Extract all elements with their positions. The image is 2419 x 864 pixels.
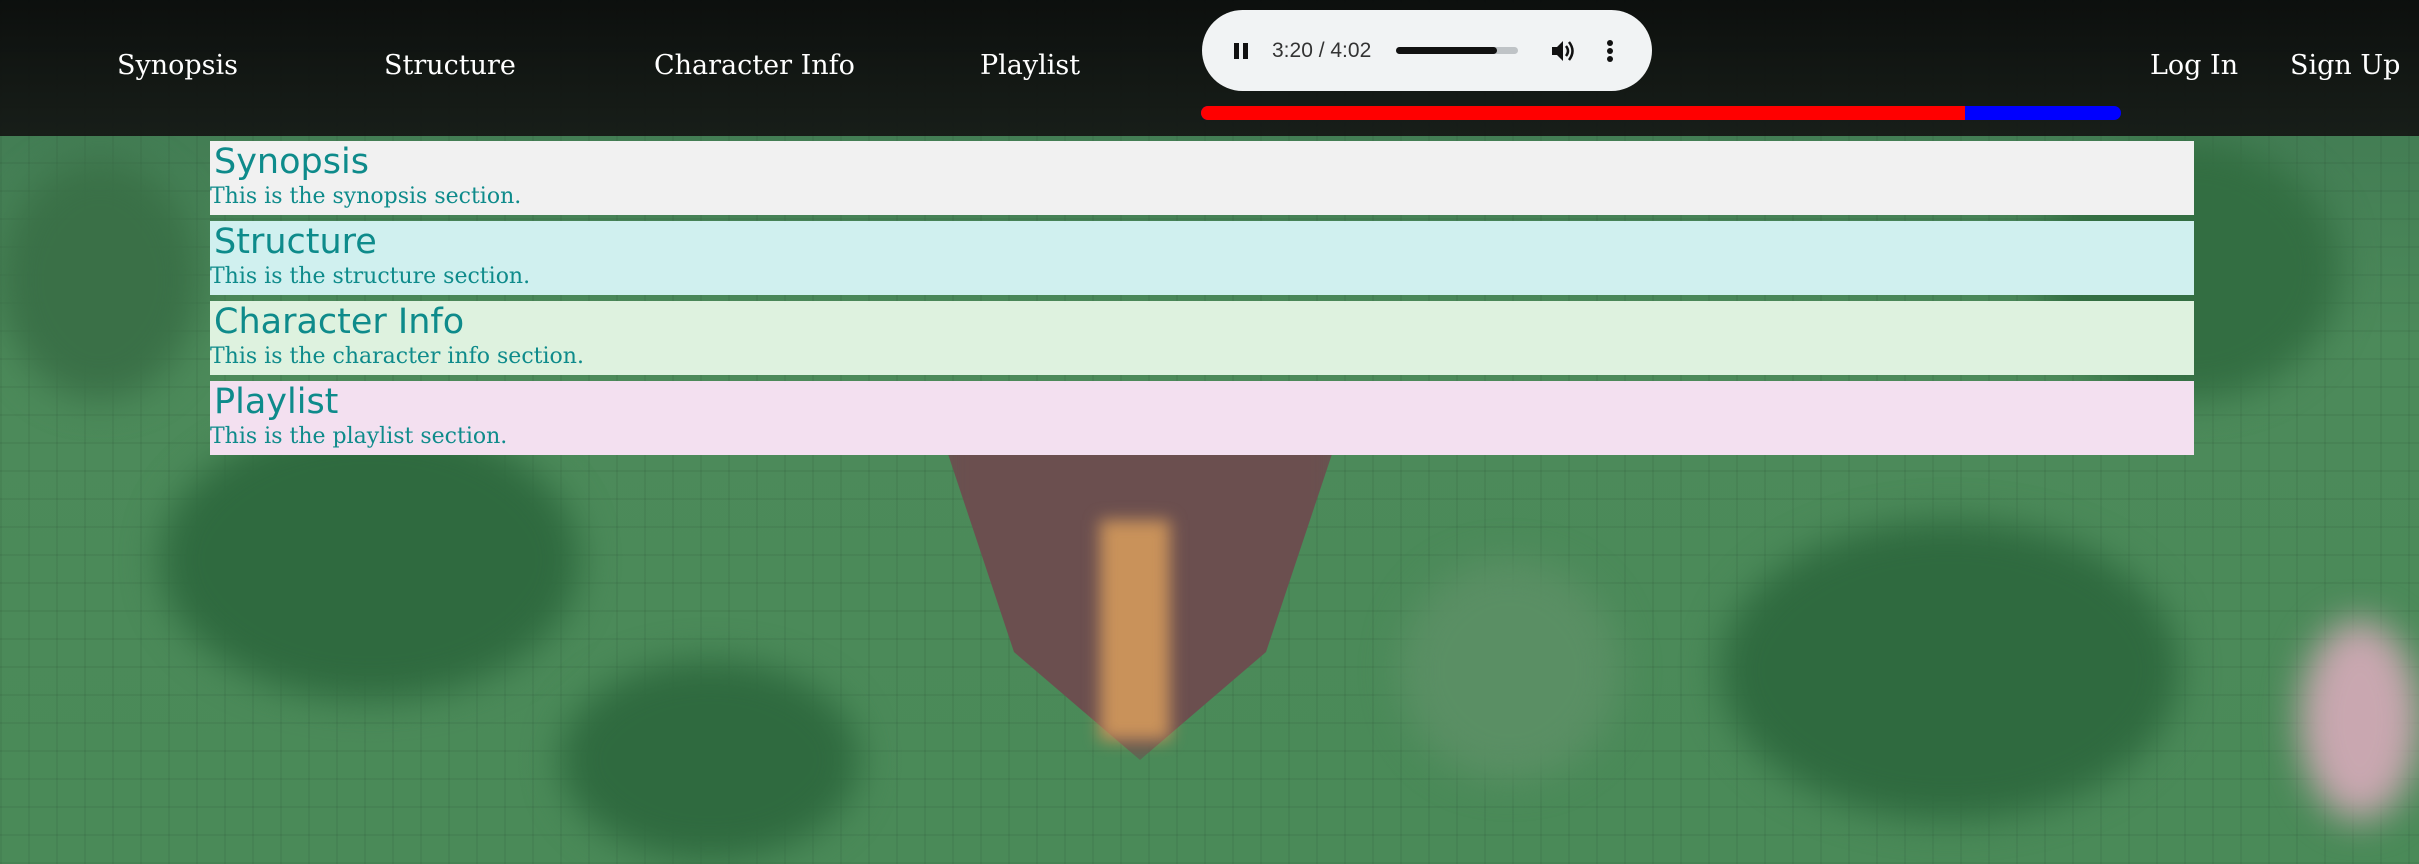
seek-slider[interactable] [1396, 47, 1518, 54]
playback-progress-fill [1201, 106, 1965, 120]
section-character-info: Character Info This is the character inf… [210, 301, 2194, 375]
nav-link-structure[interactable]: Structure [384, 48, 516, 84]
nav-link-character-info[interactable]: Character Info [654, 48, 855, 84]
nav-link-playlist[interactable]: Playlist [980, 48, 1080, 84]
playback-time: 3:20 / 4:02 [1272, 39, 1372, 62]
volume-icon[interactable] [1548, 36, 1578, 66]
section-text: This is the structure section. [210, 264, 531, 289]
pause-icon[interactable] [1228, 38, 1254, 64]
section-text: This is the playlist section. [210, 424, 508, 449]
top-navigation-bar: Synopsis Structure Character Info Playli… [0, 0, 2419, 136]
section-structure: Structure This is the structure section. [210, 221, 2194, 295]
section-title: Playlist [214, 382, 339, 422]
section-text: This is the synopsis section. [210, 184, 522, 209]
playback-progress-bar[interactable] [1201, 106, 2121, 120]
section-synopsis: Synopsis This is the synopsis section. [210, 141, 2194, 215]
more-vertical-icon[interactable] [1602, 34, 1618, 68]
audio-player: 3:20 / 4:02 [1202, 10, 1652, 91]
section-playlist: Playlist This is the playlist section. [210, 381, 2194, 455]
section-text: This is the character info section. [210, 344, 584, 369]
signup-link[interactable]: Sign Up [2290, 48, 2400, 84]
seek-slider-fill [1396, 47, 1497, 54]
section-title: Character Info [214, 302, 465, 342]
section-title: Synopsis [214, 142, 369, 182]
login-link[interactable]: Log In [2150, 48, 2238, 84]
nav-link-synopsis[interactable]: Synopsis [117, 48, 238, 84]
section-title: Structure [214, 222, 377, 262]
